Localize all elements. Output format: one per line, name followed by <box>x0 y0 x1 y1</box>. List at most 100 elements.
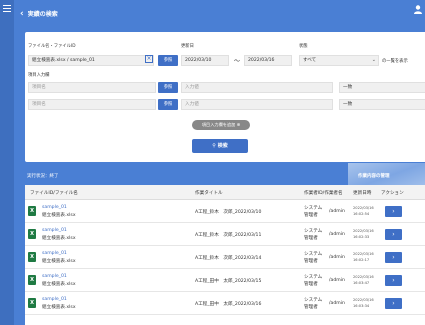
table-row[interactable]: X sample_01 組立検査表.xlsx A工程_鈴木 次郎_2022/03… <box>25 223 425 246</box>
col-title: 作業タイトル <box>195 191 223 196</box>
filename-ref-button[interactable]: 参照 <box>158 55 178 66</box>
clear-icon[interactable]: × <box>145 55 153 63</box>
file-name: 組立検査表.xlsx <box>42 305 76 310</box>
filename-input[interactable]: 組立検査表.xlsx / sample_01 <box>28 55 154 66</box>
open-button[interactable]: › <box>385 252 402 263</box>
state-label: 状態 <box>299 44 308 49</box>
col-updated: 更新日時 <box>353 191 372 196</box>
open-button[interactable]: › <box>385 229 402 240</box>
update-time: 16:02:33 <box>353 235 370 239</box>
item-input-label: 項目入力欄 <box>28 73 50 78</box>
search-button-label: 検索 <box>217 143 228 149</box>
match-select[interactable]: 一致 ⌄ <box>339 82 425 93</box>
user-icon[interactable] <box>414 5 422 14</box>
item-name-input[interactable]: 項目名 <box>28 82 156 93</box>
user-id: /admin <box>329 255 345 260</box>
filename-label: ファイル名・ファイルID <box>28 44 76 49</box>
search-button[interactable]: ⚲ 検索 <box>192 139 248 153</box>
match-select-value: 一致 <box>343 102 353 107</box>
item-value-input[interactable]: 入力値 <box>181 99 333 110</box>
date-to-input[interactable]: 2022/03/16 <box>244 55 292 66</box>
user-id: /admin <box>329 278 345 283</box>
results-table: ファイルID/ファイル名 作業タイトル 作業者ID/作業者名 更新日時 アクショ… <box>25 185 425 325</box>
col-user: 作業者ID/作業者名 <box>304 191 343 196</box>
update-date: 2022/03/16 <box>353 252 374 256</box>
user-name: システム <box>304 298 323 303</box>
user-name: システム <box>304 229 323 234</box>
page-title: 実績の検索 <box>27 11 58 18</box>
add-field-button[interactable]: 項目入力欄を追加 ⊕ <box>192 120 250 130</box>
open-button[interactable]: › <box>385 275 402 286</box>
excel-icon: X <box>28 298 36 308</box>
state-suffix: の一覧を表示 <box>382 59 408 64</box>
user-id: /admin <box>329 232 345 237</box>
excel-icon: X <box>28 229 36 239</box>
user-name: 管理者 <box>304 282 318 287</box>
file-name: 組立検査表.xlsx <box>42 282 76 287</box>
table-row[interactable]: X sample_01 組立検査表.xlsx A工程_田中 太郎_2022/03… <box>25 292 425 315</box>
table-row[interactable]: X sample_01 組立検査表.xlsx A工程_鈴木 次郎_2022/03… <box>25 200 425 223</box>
update-date: 2022/03/16 <box>353 298 374 302</box>
item-ref-button[interactable]: 参照 <box>158 82 178 93</box>
progress-status: 実行状況：終了 <box>27 174 59 179</box>
back-icon[interactable]: ‹ <box>20 9 24 18</box>
file-id-link[interactable]: sample_01 <box>42 205 67 210</box>
user-name: システム <box>304 275 323 280</box>
work-title: A工程_鈴木 次郎_2022/03/14 <box>195 256 262 261</box>
col-file: ファイルID/ファイル名 <box>30 191 78 196</box>
chevron-right-icon: › <box>392 254 395 261</box>
user-name: システム <box>304 206 323 211</box>
chevron-right-icon: › <box>392 231 395 238</box>
col-action: アクション <box>381 191 404 196</box>
update-time: 16:02:17 <box>353 258 370 262</box>
date-from-input[interactable]: 2022/03/10 <box>181 55 229 66</box>
user-id: /admin <box>329 301 345 306</box>
state-select-value: すべて <box>303 58 317 63</box>
chevron-right-icon: › <box>392 277 395 284</box>
search-icon: ⚲ <box>212 143 216 149</box>
user-name: 管理者 <box>304 236 318 241</box>
work-title: A工程_鈴木 次郎_2022/03/10 <box>195 210 262 215</box>
file-name: 組立検査表.xlsx <box>42 213 76 218</box>
chevron-down-icon: ⌄ <box>371 57 376 63</box>
item-value-input[interactable]: 入力値 <box>181 82 333 93</box>
work-title: A工程_鈴木 次郎_2022/03/11 <box>195 233 262 238</box>
user-name: 管理者 <box>304 213 318 218</box>
file-name: 組立検査表.xlsx <box>42 259 76 264</box>
file-id-link[interactable]: sample_01 <box>42 297 67 302</box>
excel-icon: X <box>28 206 36 216</box>
file-id-link[interactable]: sample_01 <box>42 274 67 279</box>
open-button[interactable]: › <box>385 206 402 217</box>
update-date: 2022/03/16 <box>353 206 374 210</box>
work-title: A工程_田中 太郎_2022/03/16 <box>195 302 262 307</box>
update-time: 16:02:54 <box>353 212 370 216</box>
item-name-input[interactable]: 項目名 <box>28 99 156 110</box>
state-select[interactable]: すべて ⌄ <box>299 55 379 66</box>
chevron-right-icon: › <box>392 300 395 307</box>
file-id-link[interactable]: sample_01 <box>42 228 67 233</box>
sidebar <box>0 0 14 325</box>
file-name: 組立検査表.xlsx <box>42 236 76 241</box>
date-separator: ～ <box>234 58 241 65</box>
search-panel: ファイル名・ファイルID 組立検査表.xlsx / sample_01 × 参照… <box>25 32 425 162</box>
update-time: 16:03:34 <box>353 304 370 308</box>
work-title: A工程_田中 太郎_2022/03/15 <box>195 279 262 284</box>
match-select[interactable]: 一致 ⌄ <box>339 99 425 110</box>
update-date: 2022/03/16 <box>353 275 374 279</box>
user-name: 管理者 <box>304 259 318 264</box>
excel-icon: X <box>28 275 36 285</box>
file-id-link[interactable]: sample_01 <box>42 251 67 256</box>
open-button[interactable]: › <box>385 298 402 309</box>
menu-icon[interactable] <box>3 5 11 12</box>
excel-icon: X <box>28 252 36 262</box>
user-name: 管理者 <box>304 305 318 310</box>
table-row[interactable]: X sample_01 組立検査表.xlsx A工程_田中 太郎_2022/03… <box>25 269 425 292</box>
table-header: ファイルID/ファイル名 作業タイトル 作業者ID/作業者名 更新日時 アクショ… <box>25 185 425 200</box>
match-select-value: 一致 <box>343 85 353 90</box>
item-ref-button[interactable]: 参照 <box>158 99 178 110</box>
banner-text: 作業内容の管理 <box>358 174 390 179</box>
user-id: /admin <box>329 209 345 214</box>
update-time: 16:03:47 <box>353 281 370 285</box>
table-row[interactable]: X sample_01 組立検査表.xlsx A工程_鈴木 次郎_2022/03… <box>25 246 425 269</box>
user-name: システム <box>304 252 323 257</box>
